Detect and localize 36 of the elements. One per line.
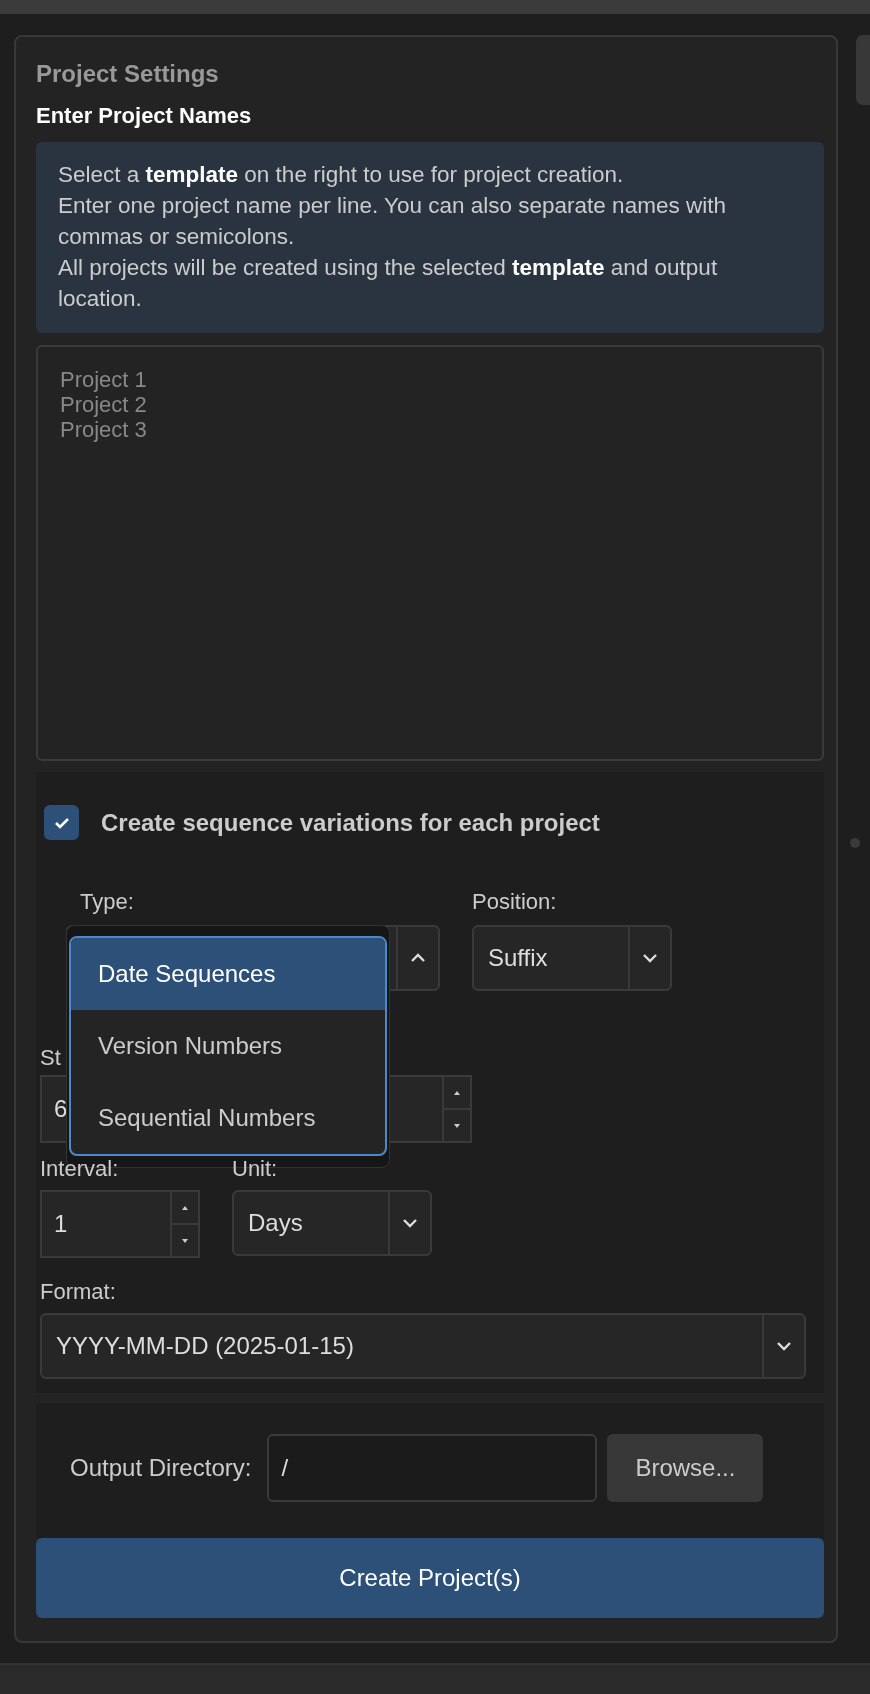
checkbox-label: Create sequence variations for each project [101, 808, 600, 837]
type-label: Type: [80, 890, 135, 914]
position-label: Position: [472, 890, 558, 914]
format-select[interactable]: YYYY-MM-DD (2025-01-15) [40, 1313, 806, 1379]
panel-title: Project Settings [36, 59, 220, 89]
checkbox[interactable] [44, 805, 79, 840]
down-arrow-icon [182, 1238, 188, 1243]
dot-icon [850, 838, 860, 848]
position-select[interactable]: Suffix [472, 925, 672, 991]
create-projects-button[interactable]: Create Project(s) [36, 1538, 824, 1618]
caret-icon [410, 953, 426, 963]
scrollbar[interactable] [856, 35, 870, 105]
interval-label: Interval: [40, 1157, 120, 1181]
caret-icon [776, 1341, 792, 1351]
dropdown-option[interactable]: Sequential Numbers [71, 1082, 385, 1154]
unit-label: Unit: [232, 1157, 279, 1181]
caret-icon [402, 1218, 418, 1228]
spinner[interactable] [170, 1192, 198, 1256]
down-arrow-icon [454, 1123, 460, 1128]
up-arrow-icon [182, 1205, 188, 1210]
dropdown-option[interactable]: Version Numbers [71, 1010, 385, 1082]
up-arrow-icon [454, 1090, 460, 1095]
section-heading: Enter Project Names [36, 103, 253, 129]
project-names-field[interactable]: Project 1 Project 2 Project 3 [36, 345, 824, 761]
interval-field[interactable]: 1 [40, 1190, 200, 1258]
output-directory-field[interactable]: / [267, 1433, 598, 1502]
browse-button[interactable]: Browse... [607, 1433, 764, 1502]
unit-select[interactable]: Days [232, 1190, 432, 1256]
format-label: Format: [40, 1280, 117, 1304]
checkmark-icon [53, 816, 70, 829]
spinner[interactable] [442, 1077, 470, 1141]
dropdown-option[interactable]: Date Sequences [71, 938, 385, 1010]
info-text: Select a template on the right to use for project creation. Enter one project name per line. You can also separate names with commas or semicolons. All projects will be created using the selected template and output location. [36, 142, 824, 333]
start-label: St [40, 1046, 62, 1070]
output-directory-label: Output Directory: [70, 1453, 252, 1482]
caret-icon [642, 953, 658, 963]
